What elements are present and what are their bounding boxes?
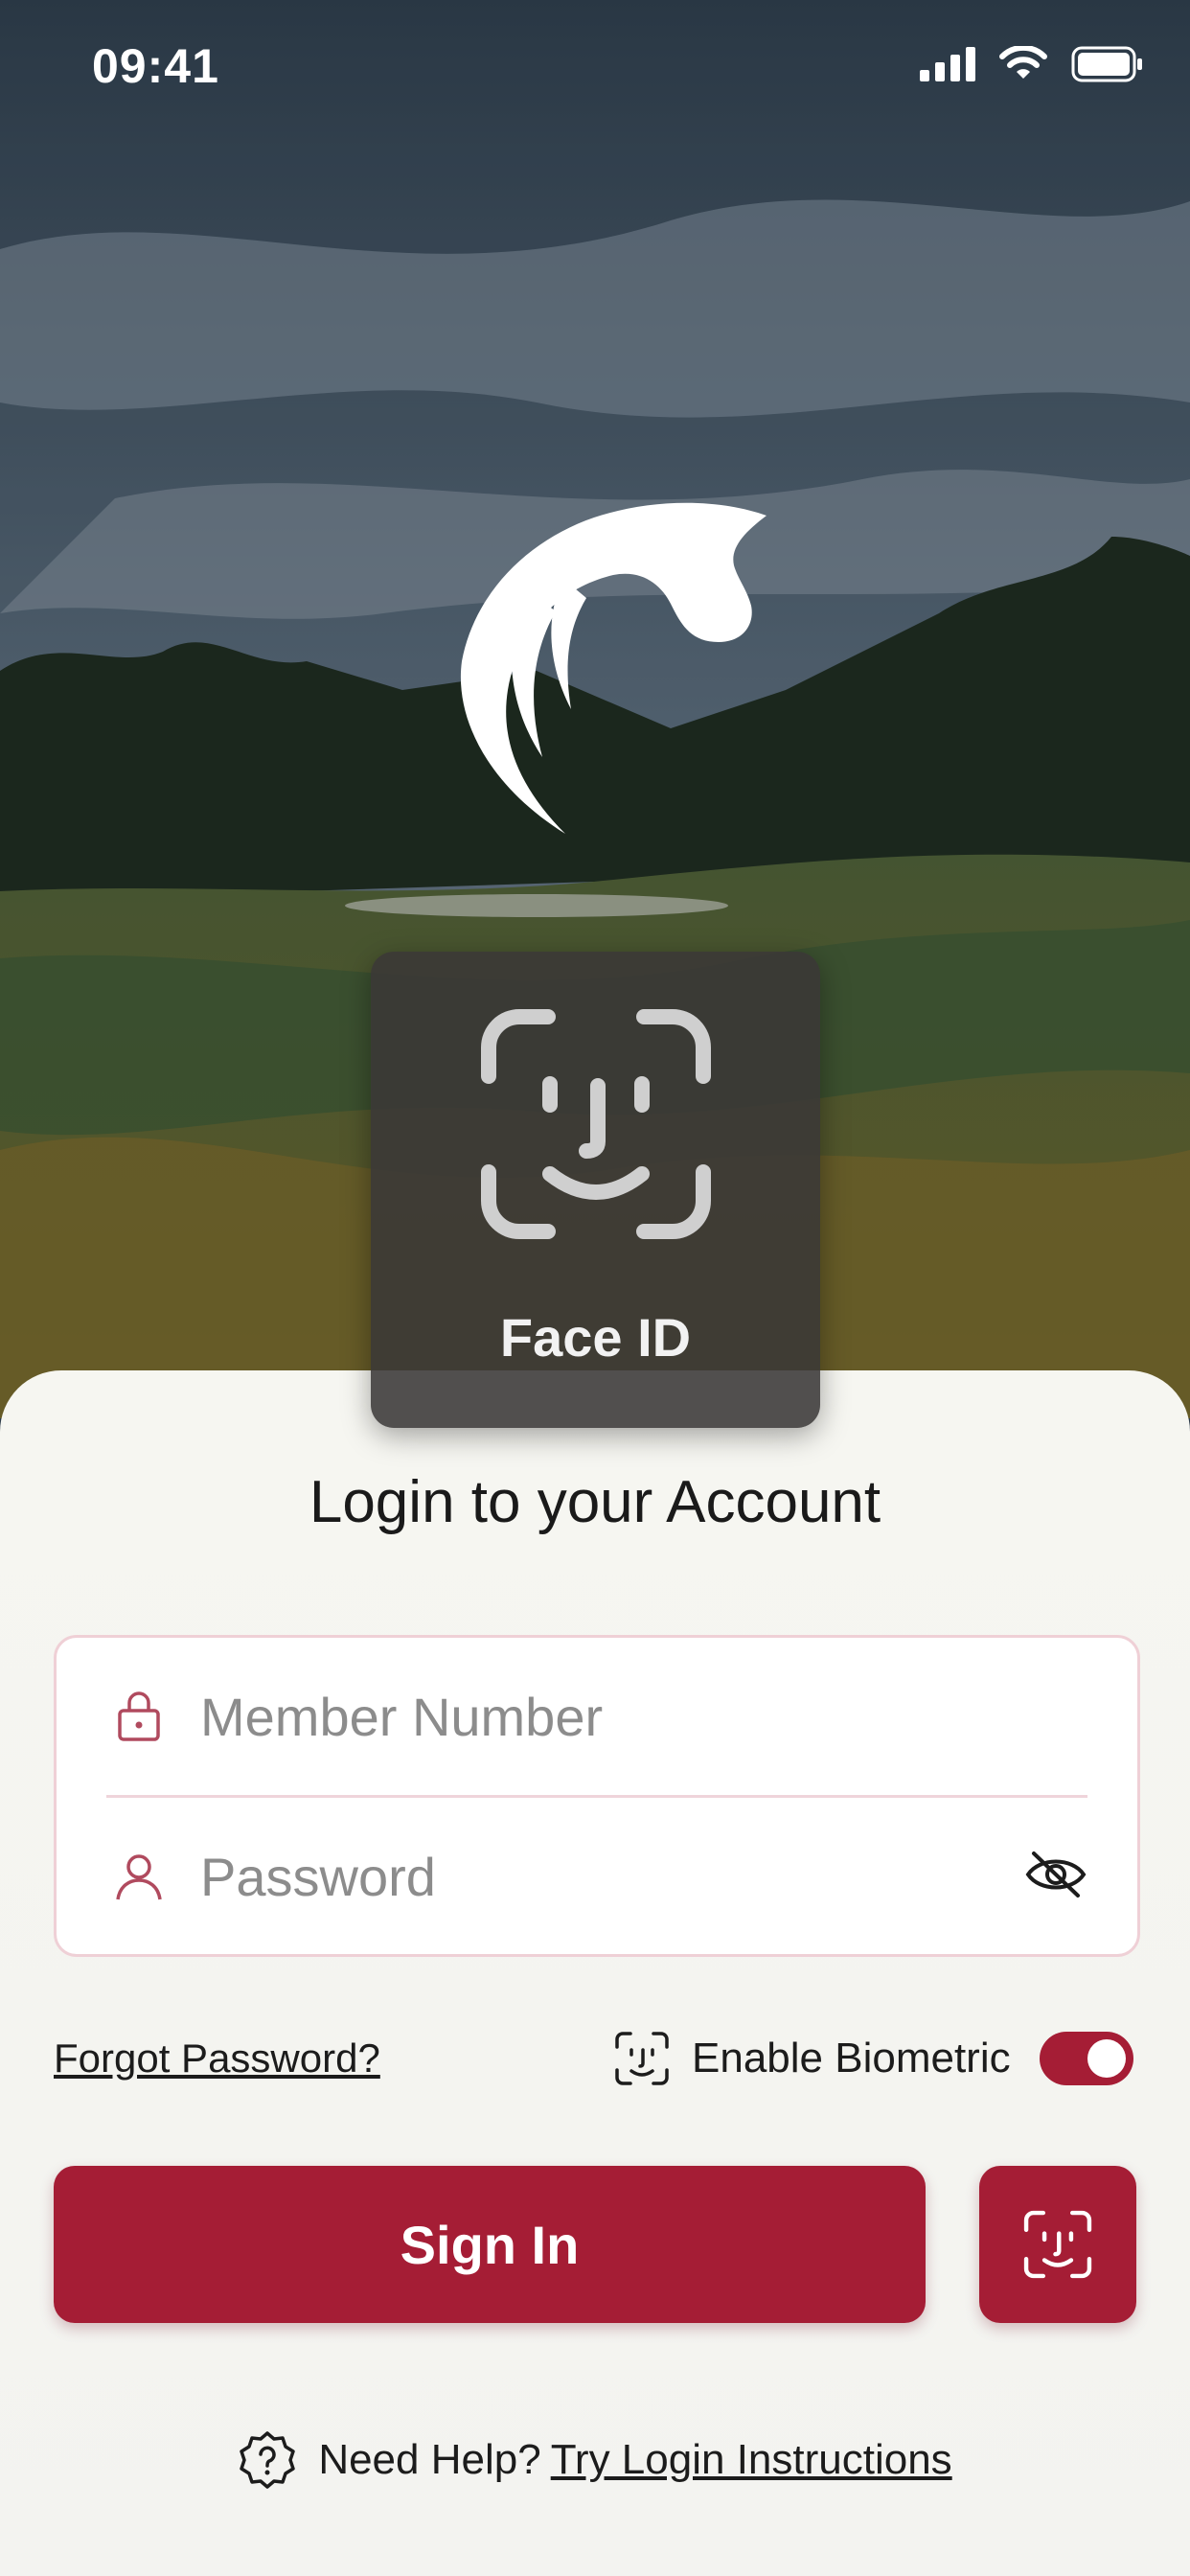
- status-icons: [920, 46, 1144, 82]
- page-title: Login to your Account: [309, 1469, 881, 1535]
- enable-biometric-row: Enable Biometric: [613, 2022, 1133, 2095]
- sign-in-label: Sign In: [400, 2214, 580, 2275]
- enable-biometric-label: Enable Biometric: [692, 2035, 1011, 2082]
- password-field[interactable]: Password: [57, 1798, 1137, 1956]
- face-id-label: Face ID: [499, 1307, 692, 1368]
- password-placeholder: Password: [200, 1847, 436, 1907]
- face-id-overlay: Face ID: [371, 952, 820, 1428]
- sign-in-button[interactable]: Sign In: [54, 2166, 926, 2323]
- face-id-icon: [481, 1009, 711, 1239]
- enable-biometric-toggle[interactable]: [1039, 2032, 1133, 2085]
- member-number-field[interactable]: Member Number: [57, 1638, 1137, 1798]
- horse-head-logo: [450, 498, 786, 843]
- question-badge-icon: [240, 2431, 296, 2489]
- status-bar: 09:41: [0, 0, 1190, 134]
- help-row: Need Help? Try Login Instructions: [0, 2430, 1190, 2490]
- signal-icon: [920, 47, 975, 81]
- login-sheet: [0, 1370, 1190, 2576]
- wifi-icon: [999, 46, 1047, 79]
- login-form: Member Number Password: [54, 1635, 1140, 1957]
- help-prefix: Need Help?: [318, 2436, 541, 2483]
- user-icon: [116, 1854, 162, 1900]
- eye-slash-icon[interactable]: [1024, 1848, 1087, 1901]
- battery-icon: [1071, 46, 1142, 82]
- login-instructions-link[interactable]: Try Login Instructions: [551, 2436, 952, 2484]
- face-id-icon: [615, 2032, 669, 2085]
- status-time: 09:41: [92, 39, 219, 93]
- lock-icon: [118, 1691, 160, 1741]
- member-number-placeholder: Member Number: [200, 1687, 604, 1747]
- toggle-knob: [1087, 2039, 1126, 2078]
- forgot-password-link[interactable]: Forgot Password?: [54, 2036, 380, 2082]
- face-id-icon: [1023, 2210, 1092, 2279]
- face-id-login-button[interactable]: [979, 2166, 1136, 2323]
